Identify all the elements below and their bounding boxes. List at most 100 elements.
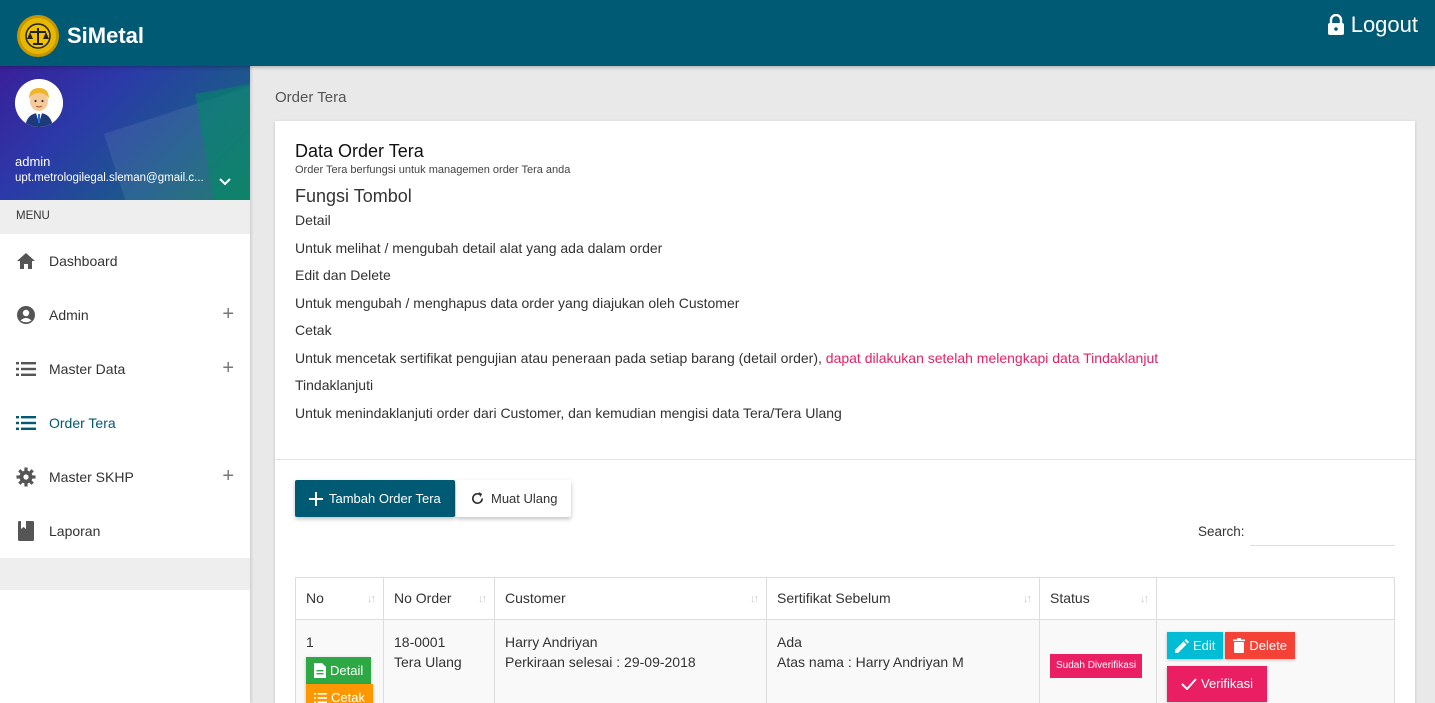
sort-icon: ↓↑	[1023, 593, 1032, 605]
sort-icon: ↓↑	[367, 593, 376, 605]
cell-customer: Harry Andriyan Perkiraan selesai : 29-09…	[494, 619, 767, 703]
app-logo-icon	[17, 15, 59, 57]
verify-label: Verifikasi	[1201, 676, 1254, 691]
card-title: Data Order Tera	[295, 141, 424, 161]
detail-label: Detail	[330, 662, 364, 678]
book-icon	[16, 521, 36, 541]
cetak-button[interactable]: Cetak	[306, 684, 373, 703]
verify-button[interactable]: Verifikasi	[1167, 666, 1268, 702]
reload-button[interactable]: Muat Ulang	[456, 480, 572, 517]
sidebar-footer	[0, 558, 250, 590]
expand-plus-icon[interactable]: +	[222, 304, 234, 324]
sidebar-item-label: Master Data	[49, 361, 126, 377]
add-order-button[interactable]: Tambah Order Tera	[295, 480, 455, 517]
table-header-row: No ↓↑ No Order ↓↑ Customer ↓↑ Sertifikat Se…	[295, 577, 1395, 620]
top-navbar: SiMetal Logout	[0, 0, 1435, 66]
search-input[interactable]	[1250, 518, 1395, 546]
brand[interactable]: SiMetal	[17, 15, 145, 57]
help-line: Untuk melihat / mengubah detail alat yan…	[295, 239, 663, 256]
help-warning-text: dapat dilakukan setelah melengkapi data …	[825, 349, 1159, 366]
customer-name: Harry Andriyan	[505, 634, 598, 650]
column-header-actions	[1156, 577, 1395, 620]
sidebar-item-label: Admin	[49, 307, 89, 323]
help-line: Untuk mencetak sertifikat pengujian atau…	[295, 345, 1395, 373]
sidebar-item-laporan[interactable]: Laporan	[0, 504, 250, 558]
list-icon	[16, 359, 36, 379]
sort-icon: ↓↑	[1140, 593, 1149, 605]
cert-name: Atas nama : Harry Andriyan M	[777, 654, 964, 670]
logout-label: Logout	[1350, 12, 1418, 37]
help-text: Untuk mencetak sertifikat pengujian atau…	[295, 349, 826, 366]
sidebar-item-dashboard[interactable]: Dashboard	[0, 234, 250, 288]
sidebar-item-label: Order Tera	[49, 415, 116, 431]
logout-button[interactable]: Logout	[1327, 12, 1418, 38]
order-number: 18-0001	[394, 634, 446, 650]
page-title: Order Tera	[275, 89, 347, 106]
card-header: Data Order Tera Order Tera berfungsi unt…	[275, 121, 1415, 460]
cell-no-order: 18-0001 Tera Ulang	[383, 619, 495, 703]
status-badge: Sudah Diverifikasi	[1050, 654, 1143, 678]
help-line: Edit dan Delete	[295, 267, 391, 283]
help-line: Untuk menindaklanjuti order dari Custome…	[295, 404, 842, 421]
search-label: Search:	[1198, 524, 1245, 539]
check-icon	[1181, 678, 1197, 690]
document-icon	[314, 663, 326, 678]
avatar	[15, 79, 63, 127]
delete-label: Delete	[1249, 637, 1287, 653]
sidebar-item-admin[interactable]: Admin +	[0, 288, 250, 342]
sidebar: admin upt.metrologilegal.sleman@gmail.c.…	[0, 66, 250, 703]
user-name: admin	[15, 154, 51, 169]
column-header-status[interactable]: Status ↓↑	[1039, 577, 1157, 620]
card-subtitle: Order Tera berfungsi untuk managemen ord…	[295, 164, 571, 176]
add-order-label: Tambah Order Tera	[329, 491, 441, 506]
user-email: upt.metrologilegal.sleman@gmail.c...	[15, 172, 204, 184]
expand-plus-icon[interactable]: +	[222, 466, 234, 486]
gear-icon	[16, 467, 36, 487]
column-header-label: Status	[1050, 590, 1090, 606]
cert-status: Ada	[777, 634, 802, 650]
account-circle-icon	[16, 305, 36, 325]
order-tera-card: Data Order Tera Order Tera berfungsi unt…	[275, 121, 1415, 703]
column-header-label: No	[306, 590, 324, 606]
expand-plus-icon[interactable]: +	[222, 358, 234, 378]
column-header-label: Customer	[505, 590, 566, 606]
list-icon	[314, 692, 327, 703]
fungsi-title: Fungsi Tombol	[295, 186, 412, 206]
column-header-no[interactable]: No ↓↑	[295, 577, 384, 620]
sidebar-item-label: Master SKHP	[49, 469, 134, 485]
home-icon	[16, 251, 36, 271]
menu-header: MENU	[0, 200, 250, 234]
detail-button[interactable]: Detail	[306, 657, 372, 684]
refresh-icon	[471, 491, 484, 505]
help-line: Cetak	[295, 322, 332, 338]
cell-no: 1 Detail Cetak	[295, 619, 384, 703]
cell-status: Sudah Diverifikasi	[1039, 619, 1157, 703]
cell-sertifikat: Ada Atas nama : Harry Andriyan M	[766, 619, 1040, 703]
reload-label: Muat Ulang	[491, 491, 558, 506]
column-header-label: Sertifikat Sebelum	[777, 590, 891, 606]
cell-actions: Edit Delete Verifikasi	[1156, 619, 1395, 703]
sort-icon: ↓↑	[750, 593, 759, 605]
sidebar-item-label: Dashboard	[49, 253, 118, 269]
sidebar-item-order-tera[interactable]: Order Tera	[0, 396, 250, 450]
sidebar-item-master-data[interactable]: Master Data +	[0, 342, 250, 396]
column-header-sertifikat[interactable]: Sertifikat Sebelum ↓↑	[766, 577, 1040, 620]
sidebar-item-label: Laporan	[49, 523, 101, 539]
chevron-down-icon[interactable]	[218, 174, 232, 192]
app-name: SiMetal	[67, 23, 145, 48]
column-header-customer[interactable]: Customer ↓↑	[494, 577, 767, 620]
estimate-date: Perkiraan selesai : 29-09-2018	[505, 654, 696, 670]
sidebar-item-master-skhp[interactable]: Master SKHP +	[0, 450, 250, 504]
order-table: No ↓↑ No Order ↓↑ Customer ↓↑ Sertifikat Se…	[295, 577, 1395, 703]
help-line: Tindaklanjuti	[295, 377, 374, 393]
sort-icon: ↓↑	[478, 593, 487, 605]
user-info: admin upt.metrologilegal.sleman@gmail.c.…	[0, 66, 250, 200]
table-row: 1 Detail Cetak 18-0001 Tera Ulang Harry …	[295, 619, 1395, 703]
edit-label: Edit	[1193, 637, 1216, 653]
edit-button[interactable]: Edit	[1167, 632, 1224, 659]
column-header-no-order[interactable]: No Order ↓↑	[383, 577, 495, 620]
delete-button[interactable]: Delete	[1225, 632, 1295, 659]
pencil-icon	[1175, 638, 1189, 653]
row-number: 1	[306, 634, 314, 650]
help-line: Detail	[295, 212, 331, 228]
